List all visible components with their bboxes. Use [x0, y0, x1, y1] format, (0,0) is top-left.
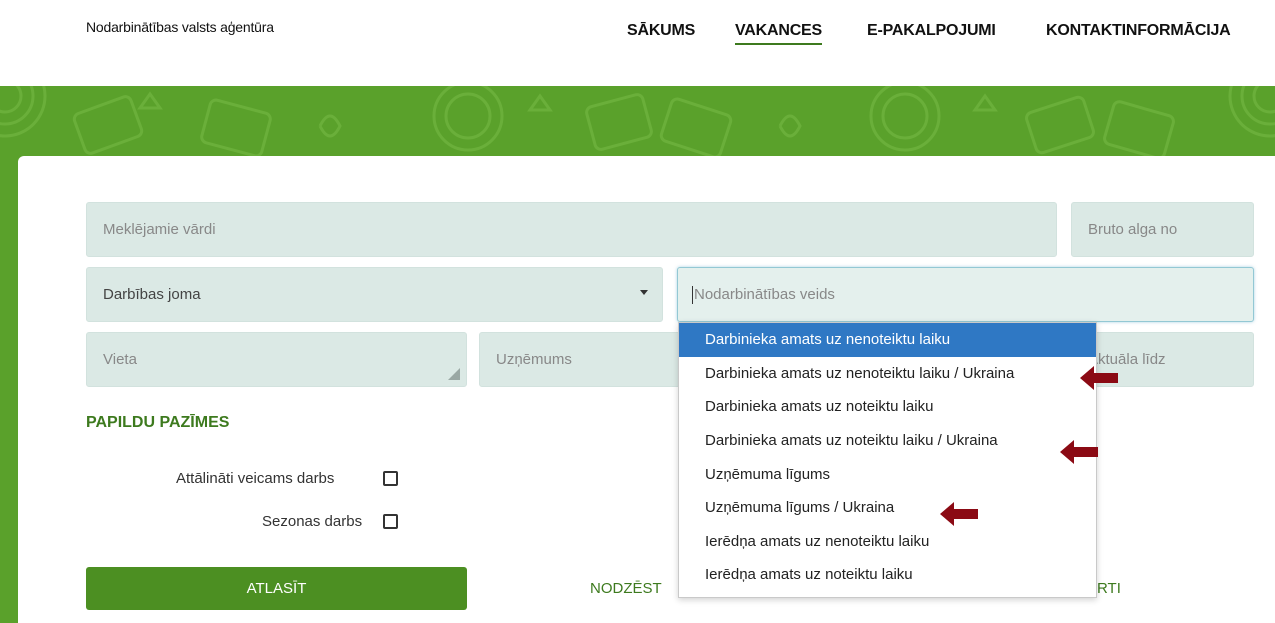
chevron-down-icon	[640, 290, 648, 295]
option-permanent-official[interactable]: Ierēdņa amats uz nenoteiktu laiku	[679, 525, 1096, 559]
select-button[interactable]: ATLASĪT	[86, 567, 467, 610]
remote-work-checkbox[interactable]	[383, 471, 398, 486]
option-fixed-term-employee[interactable]: Darbinieka amats uz noteiktu laiku	[679, 390, 1096, 424]
option-company-contract-ukraine[interactable]: Uzņēmuma līgums / Ukraina	[679, 491, 1096, 525]
seasonal-work-checkbox[interactable]	[383, 514, 398, 529]
nav-vacancies[interactable]: VAKANCES	[735, 22, 822, 45]
keywords-placeholder: Meklējamie vārdi	[103, 221, 216, 238]
export-link[interactable]: RTI	[1097, 580, 1121, 597]
remote-work-label: Attālināti veicams darbs	[176, 470, 335, 487]
employment-type-placeholder: Nodarbinātības veids	[694, 286, 835, 303]
annotation-arrow-icon	[940, 502, 978, 526]
keywords-input[interactable]: Meklējamie vārdi	[86, 202, 1057, 257]
resize-handle-icon[interactable]	[448, 368, 460, 380]
seasonal-work-label: Sezonas darbs	[262, 513, 363, 530]
salary-from-input[interactable]: Bruto alga no	[1071, 202, 1254, 257]
extra-features-title: PAPILDU PAZĪMES	[86, 414, 230, 431]
nav-home[interactable]: SĀKUMS	[627, 22, 695, 40]
company-placeholder: Uzņēmums	[496, 351, 572, 368]
option-company-contract[interactable]: Uzņēmuma līgums	[679, 457, 1096, 491]
employment-type-dropdown[interactable]: Darbinieka amats uz nenoteiktu laiku Dar…	[678, 322, 1097, 598]
nav-e-services[interactable]: E-PAKALPOJUMI	[867, 22, 996, 40]
option-fixed-term-official[interactable]: Ierēdņa amats uz noteiktu laiku	[679, 558, 1096, 592]
location-input[interactable]: Vieta	[86, 332, 467, 387]
employment-type-input[interactable]: Nodarbinātības veids	[677, 267, 1254, 322]
field-of-activity-value: Darbības joma	[103, 286, 201, 303]
option-permanent-employee[interactable]: Darbinieka amats uz nenoteiktu laiku	[679, 323, 1096, 357]
location-placeholder: Vieta	[103, 351, 137, 368]
annotation-arrow-icon	[1080, 366, 1118, 390]
annotation-arrow-icon	[1060, 440, 1098, 464]
text-cursor	[692, 285, 693, 304]
banner-pattern-icon	[0, 86, 1275, 160]
clear-button[interactable]: NODZĒST	[590, 580, 662, 597]
field-of-activity-select[interactable]: Darbības joma	[86, 267, 663, 322]
nav-contacts[interactable]: KONTAKTINFORMĀCIJA	[1046, 22, 1231, 40]
option-permanent-employee-ukraine[interactable]: Darbinieka amats uz nenoteiktu laiku / U…	[679, 357, 1096, 391]
option-fixed-term-employee-ukraine[interactable]: Darbinieka amats uz noteiktu laiku / Ukr…	[679, 424, 1096, 458]
agency-name: Nodarbinātības valsts aģentūra	[86, 19, 274, 35]
salary-placeholder: Bruto alga no	[1088, 221, 1178, 238]
